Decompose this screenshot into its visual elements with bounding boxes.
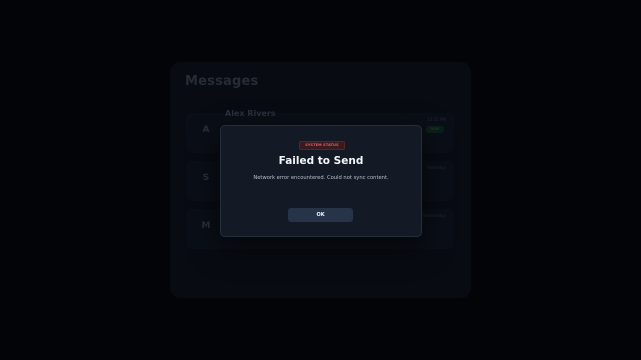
status-badge: NEW	[426, 126, 444, 133]
avatar: A	[202, 125, 210, 135]
screen: Messages A Alex Rivers 12:45 PM NEW S Ye…	[0, 0, 641, 360]
page-title: Messages	[185, 74, 259, 89]
dialog-title: Failed to Send	[278, 155, 364, 167]
status-badge: SYSTEM STATUS	[299, 141, 345, 150]
avatar: M	[201, 221, 211, 231]
message-time: 12:45 PM	[427, 117, 446, 122]
dialog-message: Network error encountered. Could not syn…	[253, 175, 389, 181]
message-time: Wednesday	[422, 213, 446, 218]
sender-name: Alex Rivers	[225, 109, 276, 118]
avatar: S	[202, 173, 210, 183]
error-dialog: SYSTEM STATUS Failed to Send Network err…	[220, 125, 422, 237]
message-time: Yesterday	[426, 165, 446, 170]
ok-button[interactable]: OK	[288, 208, 353, 222]
